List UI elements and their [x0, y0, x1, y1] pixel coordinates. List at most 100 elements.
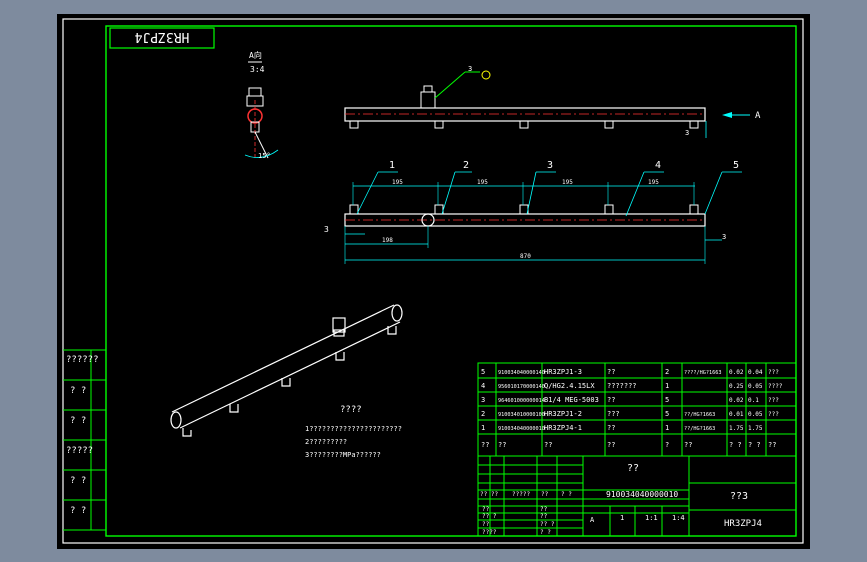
bom-cell-w2: 1.75 — [748, 425, 763, 432]
bom-header-cell: ?? — [498, 441, 506, 449]
bom-cell-qty: 2 — [665, 368, 669, 376]
bom-cell-no: 2 — [481, 410, 485, 418]
bom-cell-note: ??? — [768, 369, 779, 376]
bom-cell-name: HR3ZPJ1-2 — [544, 410, 582, 418]
row-label-7: ???? — [482, 529, 497, 536]
left-offset-dim: 3 — [324, 225, 329, 234]
scale-value: 1:1 — [645, 514, 658, 522]
bom-header-cell: ? ? — [729, 441, 742, 449]
row-label-3: ?? ? — [482, 513, 497, 520]
bom-cell-spec: ??/HG?1663 — [684, 412, 715, 418]
bom-cell-qty: 1 — [665, 382, 669, 390]
drawing-sheet — [57, 14, 810, 549]
callout-2: 2 — [463, 160, 469, 171]
svg-text:3: 3 — [685, 129, 689, 137]
bom-cell-w2: 0.05 — [748, 383, 763, 390]
bom-cell-mat: ?? — [607, 368, 615, 376]
bom-cell-w1: 0.25 — [729, 383, 744, 390]
part-name: ?? — [627, 463, 639, 474]
bom-cell-w1: 0.02 — [729, 369, 744, 376]
drawing-number: HR3ZPJ4 — [724, 519, 762, 529]
bom-cell-w2: 0.05 — [748, 411, 763, 418]
bom-cell-mat: ?? — [607, 396, 615, 404]
bom-cell-w1: 0.02 — [729, 397, 744, 404]
bom-cell-note: ???? — [768, 383, 783, 390]
bom-cell-code: 910034010000100 — [498, 412, 545, 418]
bom-header-cell: ? ? — [748, 441, 761, 449]
bom-header-cell: ? — [665, 441, 669, 449]
bom-cell-name: Q/HG2.4.15LX — [544, 382, 595, 390]
notes-heading: ???? — [340, 405, 362, 415]
bom-cell-note: ??? — [768, 411, 779, 418]
bom-cell-w2: 0.04 — [748, 369, 763, 376]
sign-label-4: ? ? — [561, 491, 572, 498]
weight-value: 1:4 — [672, 514, 685, 522]
svg-text:15°: 15° — [258, 152, 271, 160]
pitch-dim-3: 195 — [562, 179, 573, 186]
right-offset-dim: 3 — [722, 233, 726, 241]
bom-cell-code: 964601000000014 — [498, 398, 545, 404]
bom-header-cell: ?? — [768, 441, 776, 449]
sign-label-1: ?? ?? — [480, 491, 498, 498]
bom-cell-mat: ??????? — [607, 382, 637, 390]
svg-text:3:4: 3:4 — [250, 65, 265, 74]
svg-text:3: 3 — [468, 65, 472, 73]
svg-text:A向: A向 — [249, 50, 262, 60]
drawing-code: 910034040000010 — [606, 490, 678, 499]
row-label-4: ?? — [540, 513, 548, 520]
bom-cell-w1: 0.01 — [729, 411, 744, 418]
left-label-2: ? ? — [70, 386, 86, 396]
bom-cell-qty: 5 — [665, 410, 669, 418]
bom-cell-name: B1/4 MEG-5003 — [544, 396, 599, 404]
row-label-6: ?? ? — [540, 521, 555, 528]
pitch-dim-1: 195 — [392, 179, 403, 186]
left-label-1: ?????? — [66, 355, 99, 365]
bom-cell-code: 910034040000010 — [498, 426, 545, 432]
note-line-1: 1?????????????????????? — [305, 425, 402, 433]
bom-header-cell: ?? — [684, 441, 692, 449]
row-label-8: ? ? — [540, 529, 551, 536]
callout-4: 4 — [655, 160, 661, 171]
left-label-4: ????? — [66, 446, 93, 456]
row-label-5: ?? — [482, 521, 490, 528]
bom-cell-no: 5 — [481, 368, 485, 376]
svg-text:HR3ZPJ4: HR3ZPJ4 — [134, 29, 189, 44]
left-label-6: ? ? — [70, 506, 86, 516]
bom-cell-spec: ????/HG?1663 — [684, 370, 721, 376]
bom-cell-no: 3 — [481, 396, 485, 404]
sheet-count: 1 — [620, 514, 624, 522]
bom-header-cell: ?? — [607, 441, 615, 449]
left-label-3: ? ? — [70, 416, 86, 426]
bom-cell-mat: ?? — [607, 424, 615, 432]
row-label-1: ?? — [482, 506, 490, 513]
cad-drawing-viewport: HR3ZPJ4 ?????? ? ? ? ? ????? ? ? ? ? A向 … — [57, 14, 810, 549]
bom-cell-qty: 5 — [665, 396, 669, 404]
company-name: ??3 — [730, 491, 748, 502]
bom-cell-name: HR3ZPJ4-1 — [544, 424, 582, 432]
svg-text:A: A — [755, 111, 761, 121]
sign-label-2: ????? — [512, 491, 530, 498]
callout-1: 1 — [389, 160, 395, 171]
overall-length-dim: 870 — [520, 253, 531, 260]
callout-3: 3 — [547, 160, 553, 171]
sign-label-3: ?? — [541, 491, 549, 498]
bom-header-cell: ?? — [544, 441, 552, 449]
bom-cell-mat: ??? — [607, 410, 620, 418]
bom-cell-name: HR3ZPJ1-3 — [544, 368, 582, 376]
row-label-2: ?? — [540, 506, 548, 513]
note-line-2: 2????????? — [305, 438, 347, 446]
bom-cell-code: 910034040000140 — [498, 370, 545, 376]
bom-header-cell: ?? — [481, 441, 489, 449]
bom-cell-code: 956010170000140 — [498, 384, 545, 390]
bom-cell-note: ??? — [768, 397, 779, 404]
bom-cell-spec: ??/HG?1663 — [684, 426, 715, 432]
callout-5: 5 — [733, 160, 739, 171]
bom-cell-no: 1 — [481, 424, 485, 432]
bom-cell-w1: 1.75 — [729, 425, 744, 432]
note-line-3: 3????????MPa?????? — [305, 451, 381, 459]
bom-cell-w2: 0.1 — [748, 397, 759, 404]
bom-cell-no: 4 — [481, 382, 485, 390]
left-label-5: ? ? — [70, 476, 86, 486]
pitch-dim-4: 195 — [648, 179, 659, 186]
pitch-dim-2: 195 — [477, 179, 488, 186]
